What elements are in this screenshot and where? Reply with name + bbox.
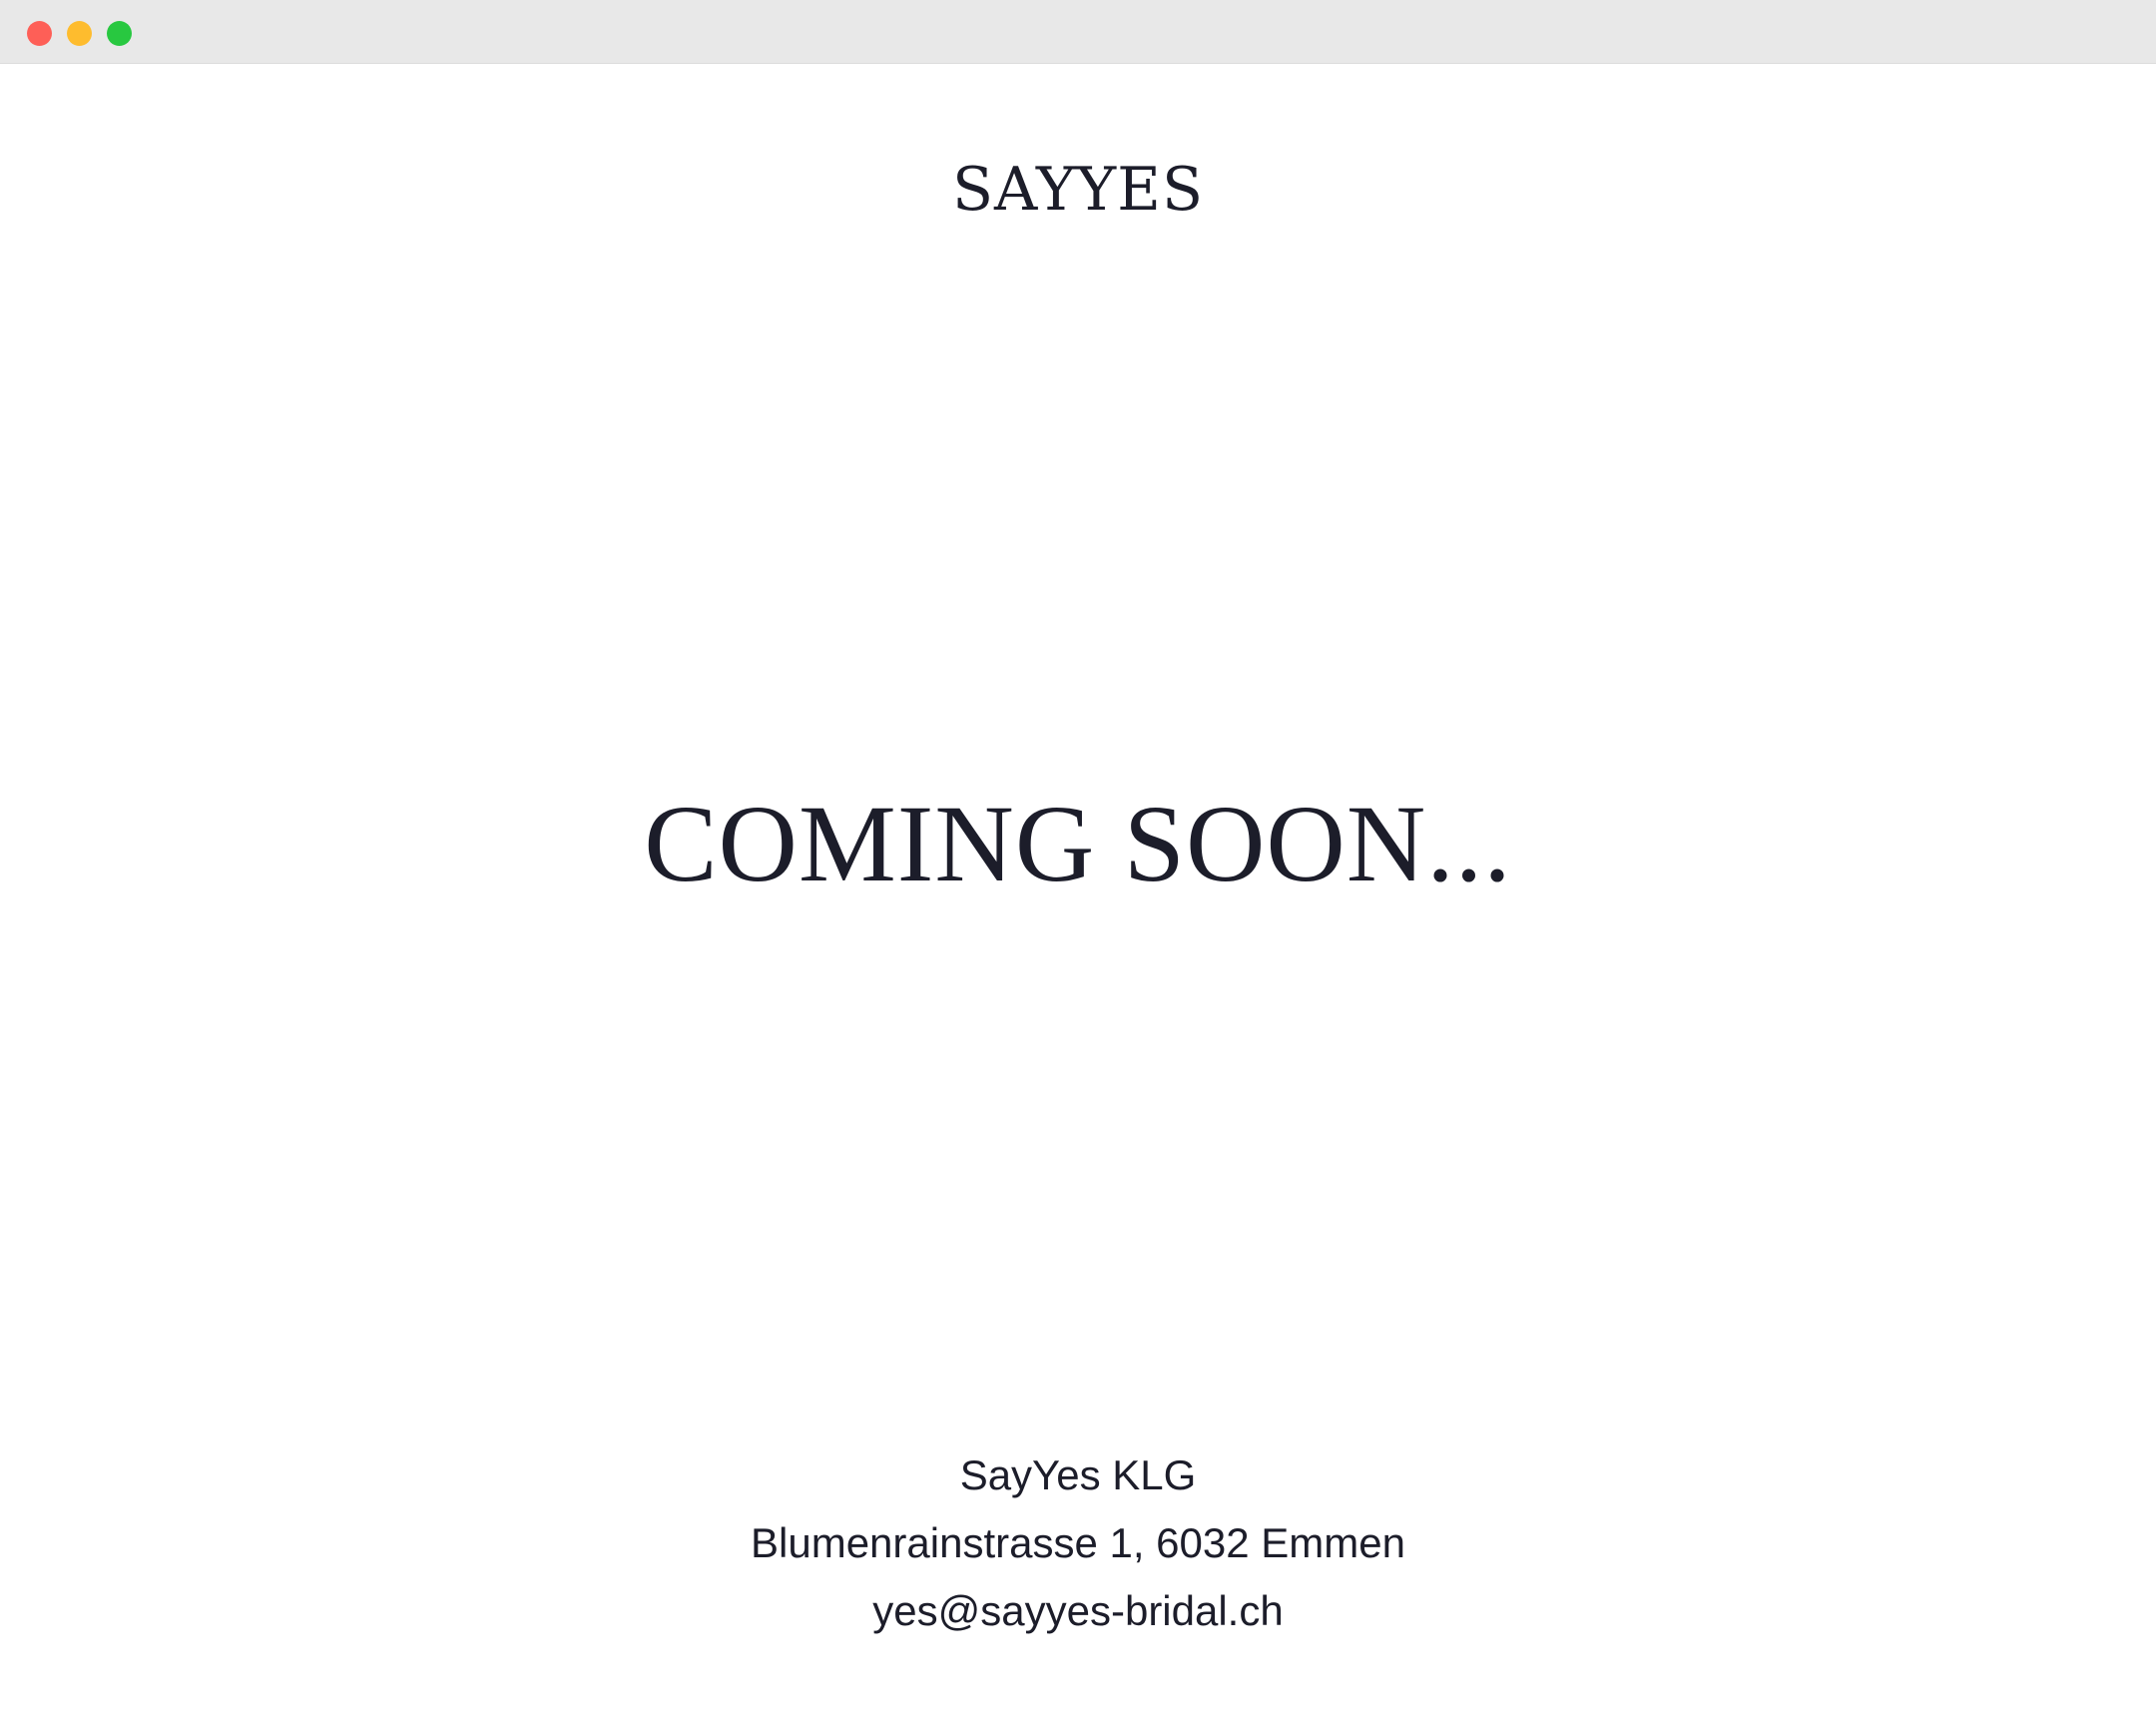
contact-footer: SayYes KLG Blumenrainstrasse 1, 6032 Emm… <box>0 1441 2156 1645</box>
close-window-button[interactable] <box>27 21 52 46</box>
window-titlebar <box>0 0 2156 64</box>
company-name: SayYes KLG <box>959 1451 1197 1498</box>
site-logo[interactable]: SAYYES <box>0 150 2156 230</box>
email-line: yes@sayyes-bridal.ch <box>0 1577 2156 1645</box>
browser-window: SAYYES COMING SOON... SayYes KLG Blumenr… <box>0 0 2156 1723</box>
email-link[interactable]: yes@sayyes-bridal.ch <box>872 1587 1283 1634</box>
coming-soon-heading: COMING SOON... <box>644 783 1512 904</box>
zoom-window-button[interactable] <box>107 21 132 46</box>
minimize-window-button[interactable] <box>67 21 92 46</box>
company-address: Blumenrainstrasse 1, 6032 Emmen <box>751 1519 1405 1566</box>
